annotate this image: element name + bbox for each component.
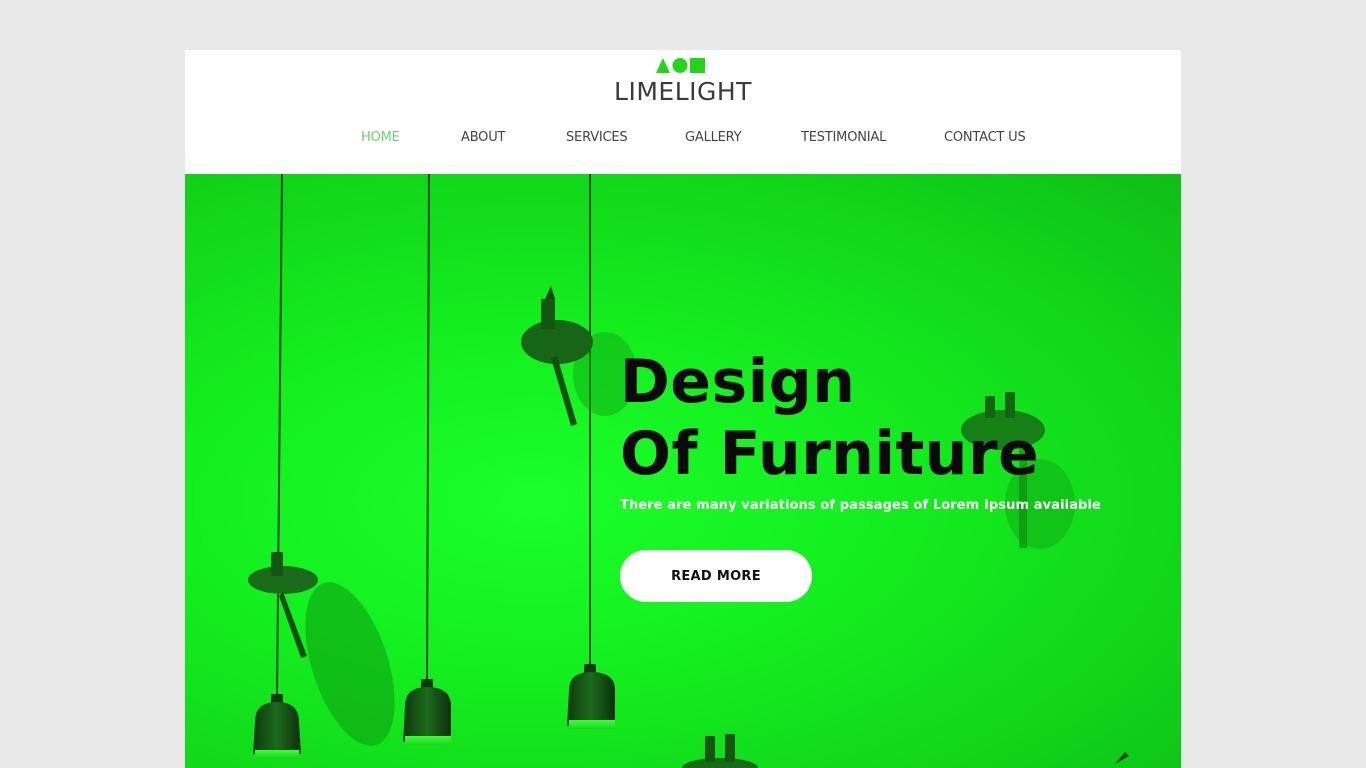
logo-icon[interactable] bbox=[656, 57, 706, 73]
read-more-button[interactable]: READ MORE bbox=[620, 550, 812, 602]
nav-item-gallery[interactable]: GALLERY bbox=[685, 130, 742, 145]
main-nav: HOME ABOUT SERVICES GALLERY TESTIMONIAL … bbox=[185, 130, 1181, 150]
hero-subtitle: There are many variations of passages of… bbox=[620, 498, 1101, 513]
nav-item-about[interactable]: ABOUT bbox=[461, 130, 505, 145]
logo-text[interactable]: LIMELIGHT bbox=[185, 77, 1181, 106]
hero-title: Design Of Furniture bbox=[620, 346, 1039, 490]
hero-section: Design Of Furniture There are many varia… bbox=[185, 174, 1181, 768]
site-header: LIMELIGHT HOME ABOUT SERVICES GALLERY TE… bbox=[185, 50, 1181, 174]
hero-title-line-2: Of Furniture bbox=[620, 419, 1040, 489]
page: LIMELIGHT HOME ABOUT SERVICES GALLERY TE… bbox=[185, 50, 1181, 768]
nav-item-services[interactable]: SERVICES bbox=[566, 130, 628, 145]
nav-item-testimonial[interactable]: TESTIMONIAL bbox=[801, 130, 886, 145]
hero-title-line-1: Design bbox=[620, 347, 856, 417]
nav-item-home[interactable]: HOME bbox=[361, 130, 400, 145]
nav-item-contact-us[interactable]: CONTACT US bbox=[944, 130, 1026, 145]
